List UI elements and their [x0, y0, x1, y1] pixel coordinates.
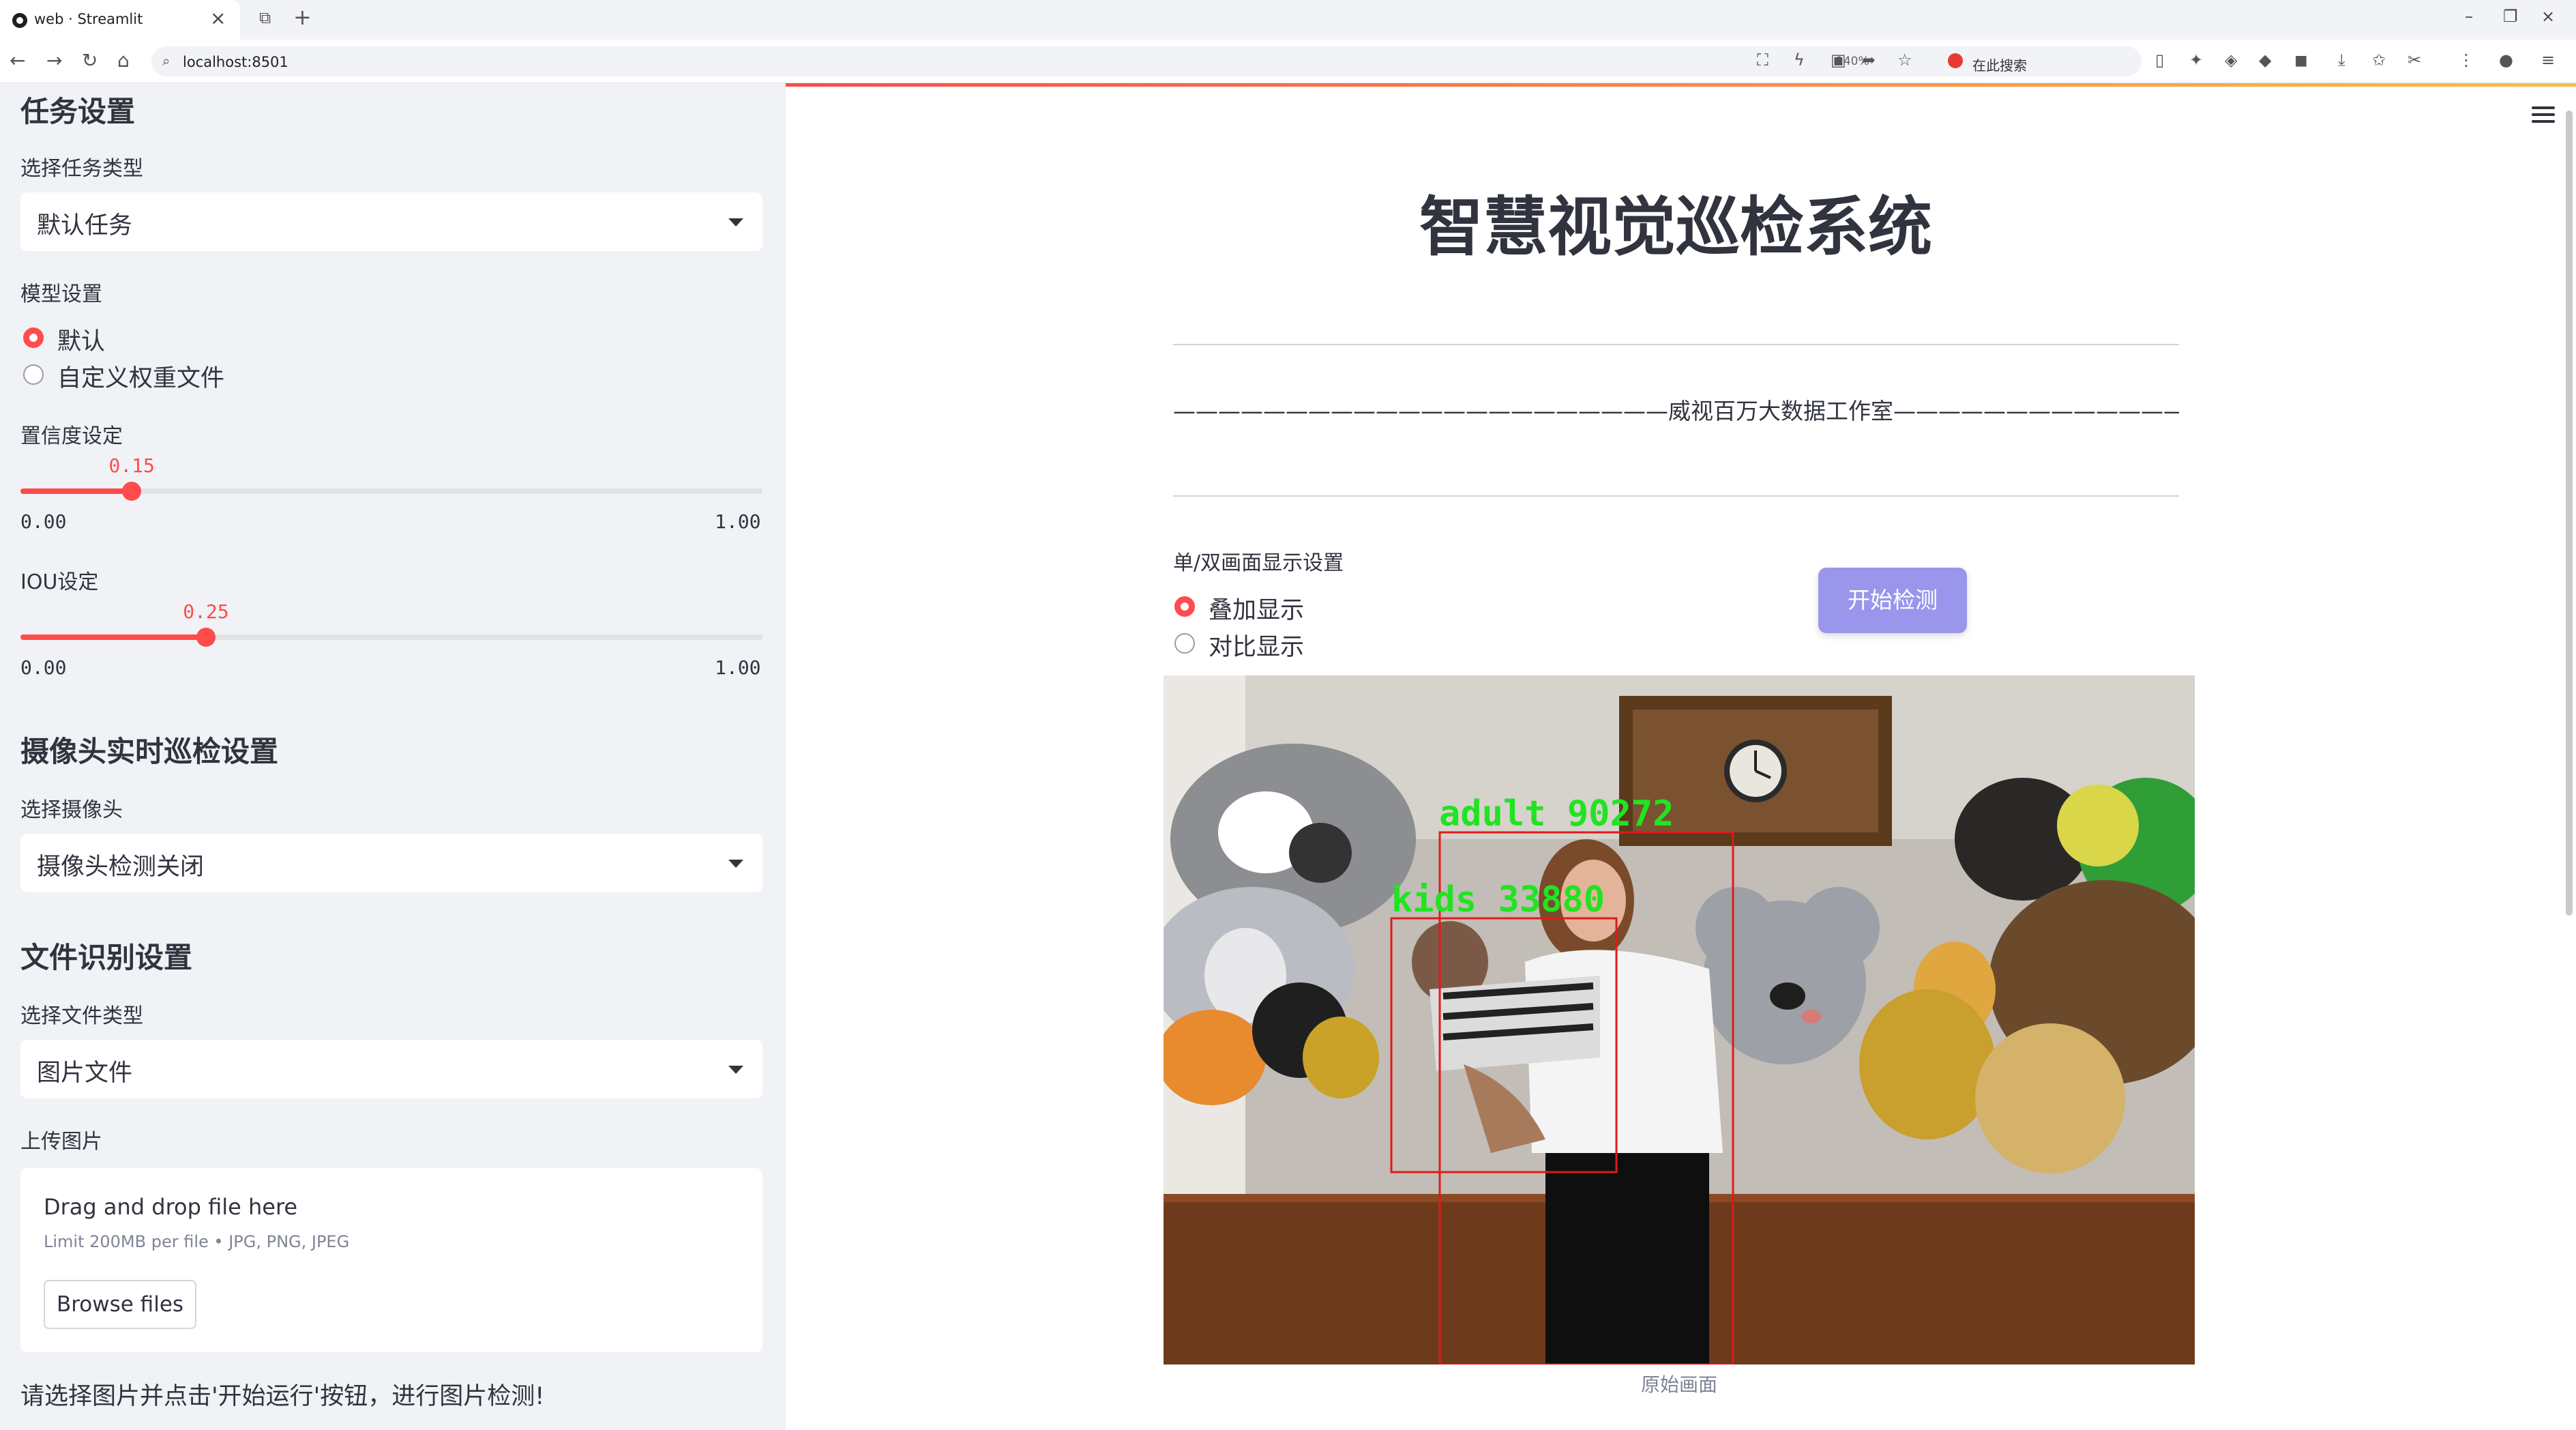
adult-detection-label: adult 90272	[1439, 793, 1674, 834]
download-icon[interactable]: ⤓	[2338, 50, 2345, 70]
limit-text: Limit 200MB per file • JPG, PNG, JPEG	[44, 1232, 350, 1251]
task-type-select[interactable]: 默认任务	[20, 192, 763, 251]
radio-selected-icon[interactable]	[23, 327, 44, 348]
share-icon[interactable]: ➦	[1862, 50, 1876, 70]
confidence-slider-thumb[interactable]	[122, 482, 142, 501]
scrollbar[interactable]	[2566, 111, 2573, 916]
display-option-label: 对比显示	[1209, 634, 1305, 661]
model-option-label: 默认	[57, 328, 106, 355]
task-settings-heading: 任务设置	[20, 95, 136, 128]
confidence-slider-fill	[20, 488, 132, 494]
camera-value: 摄像头检测关闭	[37, 853, 205, 881]
confidence-label: 置信度设定	[20, 424, 123, 448]
file-type-label: 选择文件类型	[20, 1004, 143, 1028]
browser-tab-bar: web · Streamlit × ⧉ + – ❐ ×	[0, 0, 2576, 40]
new-tab-icon[interactable]: +	[293, 4, 312, 30]
image-caption: 原始画面	[1640, 1373, 1717, 1396]
display-option-label: 叠加显示	[1209, 597, 1305, 624]
iou-slider[interactable]: 0.25	[20, 600, 763, 647]
file-dropzone[interactable]: Drag and drop file here Limit 200MB per …	[20, 1168, 763, 1352]
bookmarks-icon[interactable]: ✩	[2372, 50, 2386, 70]
file-settings-heading: 文件识别设置	[20, 941, 193, 974]
upload-label: 上传图片	[20, 1130, 102, 1154]
iou-slider-fill	[20, 634, 206, 640]
confidence-value: 0.15	[108, 454, 155, 477]
translate-icon[interactable]: ⛶	[1757, 50, 1768, 70]
capture-icon[interactable]: ▣	[1831, 50, 1846, 70]
iou-min: 0.00	[20, 656, 67, 679]
tab-close-icon[interactable]: ×	[210, 7, 226, 29]
extension-icon[interactable]: ✦	[2189, 50, 2203, 70]
task-type-value: 默认任务	[37, 212, 133, 239]
kids-detection-label: kids 33880	[1391, 879, 1605, 920]
display-setting-label: 单/双画面显示设置	[1173, 551, 1344, 575]
model-settings-label: 模型设置	[20, 282, 102, 306]
split-tab-icon[interactable]: ⧉	[259, 8, 271, 27]
confidence-max: 1.00	[715, 510, 761, 533]
header-decoration	[786, 83, 2576, 87]
file-type-value: 图片文件	[37, 1060, 133, 1087]
restore-icon[interactable]: ❐	[2503, 7, 2518, 26]
detection-scene: adult 90272 kids 33880	[1164, 675, 2195, 1365]
iou-value: 0.25	[183, 600, 229, 623]
extension4-icon[interactable]: ◼	[2294, 50, 2308, 70]
iou-slider-thumb[interactable]	[196, 628, 216, 647]
instruction-text: 请选择图片并点击'开始运行'按钮，进行图片检测!	[20, 1383, 545, 1410]
radio-unselected-icon[interactable]	[1174, 633, 1195, 654]
browse-files-button[interactable]: Browse files	[44, 1280, 196, 1329]
page-title: 智慧视觉巡检系统	[1419, 190, 1932, 265]
iou-max: 1.00	[715, 656, 761, 679]
phone-icon[interactable]: ▯	[2155, 50, 2164, 70]
streamlit-favicon-icon	[12, 13, 27, 28]
detection-image: adult 90272 kids 33880	[1164, 675, 2195, 1365]
confidence-min: 0.00	[20, 510, 67, 533]
extension2-icon[interactable]: ◈	[2225, 50, 2237, 70]
minimize-icon[interactable]: –	[2465, 7, 2473, 26]
iou-label: IOU设定	[20, 570, 99, 594]
url-text: localhost:8501	[183, 54, 288, 70]
confidence-slider[interactable]: 0.15	[20, 454, 763, 501]
browser-search-field[interactable]: 在此搜索	[1937, 46, 2142, 76]
home-icon[interactable]: ⌂	[117, 49, 130, 72]
divider	[1173, 495, 2179, 497]
favorite-icon[interactable]: ☆	[1897, 50, 1912, 70]
site-info-icon[interactable]: ⌕	[162, 53, 170, 69]
model-option-label: 自定义权重文件	[57, 365, 225, 392]
task-type-label: 选择任务类型	[20, 157, 143, 181]
main-content: 智慧视觉巡检系统 ——————————————————————威视百万大数据工作…	[786, 83, 2576, 1430]
chevron-down-icon	[728, 860, 743, 868]
studio-line: ——————————————————————威视百万大数据工作室————————…	[1173, 398, 2179, 424]
chevron-down-icon	[728, 218, 743, 227]
forward-icon[interactable]: →	[46, 49, 62, 72]
scissors-icon[interactable]: ✂	[2408, 50, 2421, 70]
divider	[1173, 344, 2179, 345]
camera-settings-heading: 摄像头实时巡检设置	[20, 735, 279, 768]
window-close-icon[interactable]: ×	[2541, 7, 2555, 26]
browser-address-bar: ← → ↻ ⌂ ⌕ localhost:8501 140% ⛶ ϟ ▣ ➦ ☆ …	[0, 40, 2576, 83]
radio-unselected-icon[interactable]	[23, 364, 44, 385]
browser-menu-icon[interactable]: ≡	[2541, 50, 2555, 70]
radio-selected-icon[interactable]	[1174, 596, 1195, 617]
profile-avatar[interactable]: ●	[2499, 50, 2513, 70]
search-engine-icon	[1948, 53, 1963, 68]
start-detection-button[interactable]: 开始检测	[1818, 568, 1967, 633]
extension3-icon[interactable]: ◆	[2259, 50, 2271, 70]
camera-select[interactable]: 摄像头检测关闭	[20, 834, 763, 892]
search-placeholder: 在此搜索	[1972, 57, 2027, 74]
drop-text: Drag and drop file here	[44, 1194, 298, 1220]
reload-icon[interactable]: ↻	[82, 49, 98, 72]
file-type-select[interactable]: 图片文件	[20, 1040, 763, 1098]
chevron-down-icon	[728, 1066, 743, 1074]
back-icon[interactable]: ←	[10, 49, 25, 72]
lightning-icon[interactable]: ϟ	[1794, 50, 1805, 70]
tab-title: web · Streamlit	[34, 11, 143, 27]
browser-tab[interactable]: web · Streamlit ×	[0, 0, 240, 40]
more-icon[interactable]: ⋮	[2458, 50, 2474, 70]
camera-label: 选择摄像头	[20, 798, 123, 822]
hamburger-menu-icon[interactable]	[2532, 106, 2555, 126]
